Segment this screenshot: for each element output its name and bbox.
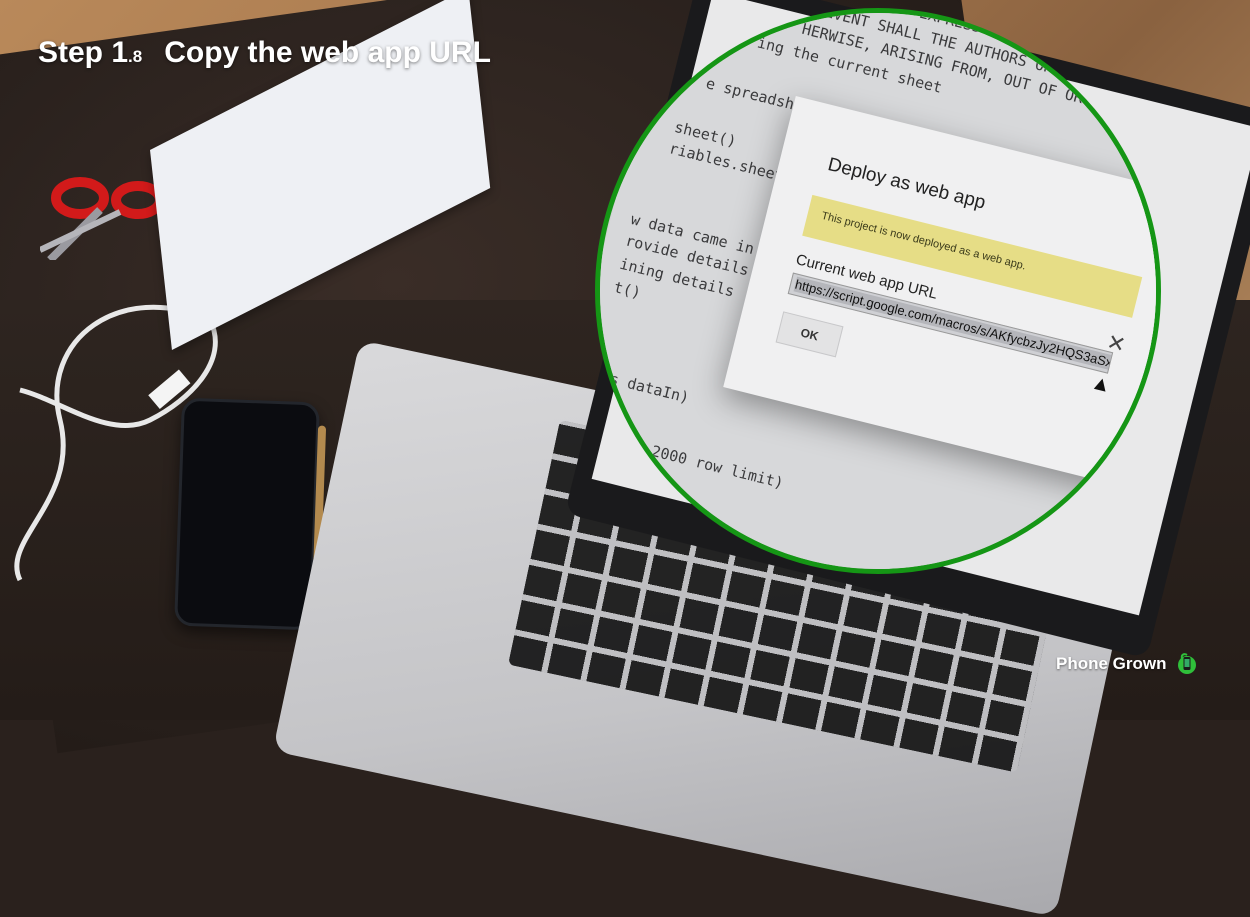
code-line: API 2000 row limit) (614, 433, 786, 493)
scissors-icon (40, 177, 165, 260)
step-number: Step 1 (38, 36, 129, 69)
smartphone (174, 397, 327, 631)
ok-button[interactable]: OK (775, 311, 844, 358)
step-subnumber: .8 (128, 47, 143, 66)
phone-grown-logo-icon (1177, 653, 1196, 674)
mouse-cursor-icon (1093, 377, 1109, 392)
magnified-content: EXPRESS OR IMPLIED, INCLUDING BU O EVENT… (595, 13, 1156, 569)
code-line: t() (612, 277, 643, 302)
brand-mark: Phone Grown (1056, 652, 1199, 676)
step-heading: Step 1.8 Copy the web app URL (38, 36, 491, 70)
step-title: Copy the web app URL (164, 36, 491, 69)
brand-name: Phone Grown (1056, 654, 1167, 673)
magnifier-circle: EXPRESS OR IMPLIED, INCLUDING BU O EVENT… (595, 8, 1161, 574)
code-line: mes dataIn) (595, 365, 692, 407)
banner-text: This project is now deployed as a web ap… (820, 209, 1028, 273)
